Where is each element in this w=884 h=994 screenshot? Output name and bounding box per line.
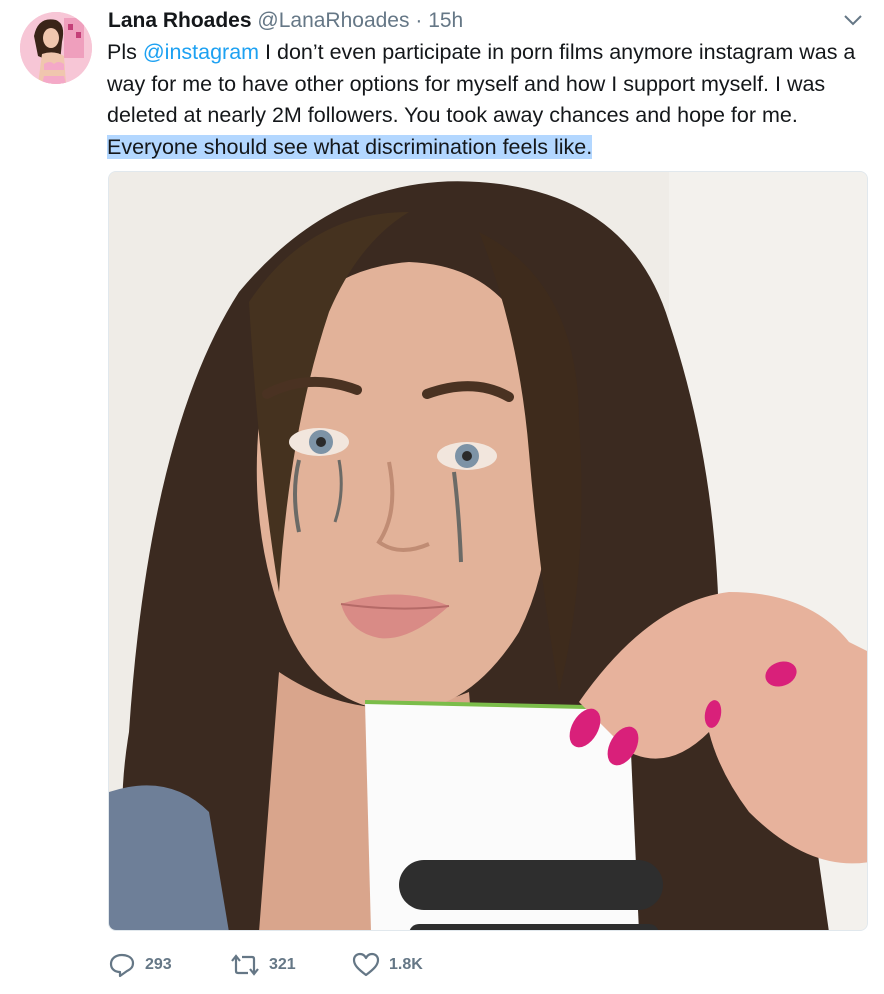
- separator-dot: ·: [415, 9, 423, 32]
- tweet: Lana Rhoades @LanaRhoades · 15h Pls @ins…: [0, 0, 884, 994]
- retweet-icon: [230, 951, 260, 979]
- user-handle[interactable]: @LanaRhoades: [257, 9, 409, 32]
- tweet-header: Lana Rhoades @LanaRhoades · 15h: [108, 9, 463, 33]
- retweet-button[interactable]: 321: [230, 951, 296, 979]
- display-name[interactable]: Lana Rhoades: [108, 9, 252, 32]
- like-count: 1.8K: [389, 956, 423, 973]
- retweet-count: 321: [269, 956, 296, 973]
- reply-count: 293: [145, 956, 172, 973]
- tweet-text: Pls @instagram I don’t even participate …: [107, 37, 867, 163]
- timestamp[interactable]: 15h: [428, 9, 463, 32]
- tweet-text-prefix: Pls: [107, 40, 143, 64]
- avatar[interactable]: [20, 12, 92, 84]
- mention-link[interactable]: @instagram: [143, 40, 259, 64]
- tweet-photo[interactable]: [108, 171, 868, 931]
- reply-button[interactable]: 293: [108, 951, 172, 979]
- reply-icon: [108, 951, 136, 979]
- like-button[interactable]: 1.8K: [352, 951, 423, 979]
- highlighted-text: Everyone should see what discrimination …: [107, 134, 593, 159]
- chevron-down-icon[interactable]: [842, 12, 864, 28]
- heart-icon: [352, 951, 380, 979]
